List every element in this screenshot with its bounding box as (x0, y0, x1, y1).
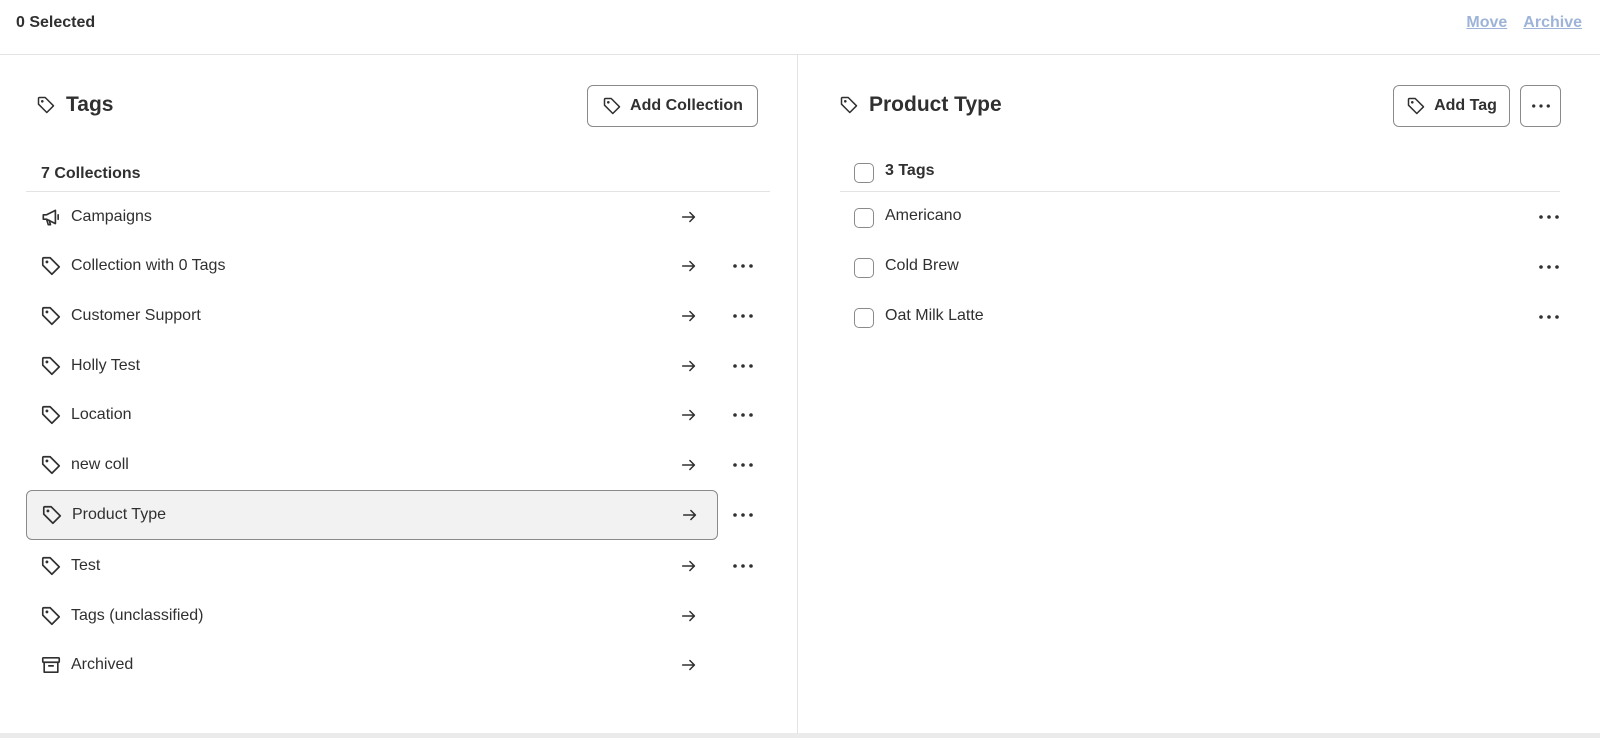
selected-count: 0 Selected (16, 14, 96, 31)
archive-link[interactable]: Archive (1523, 14, 1582, 32)
collection-label: Location (71, 406, 132, 423)
collection-label: Holly Test (71, 357, 141, 374)
tag-checkbox[interactable] (854, 208, 874, 228)
panel-title-text: Product Type (869, 93, 1002, 116)
collection-label: new coll (71, 456, 129, 473)
tag-label[interactable]: Oat Milk Latte (885, 307, 984, 325)
tag-checkbox[interactable] (854, 308, 874, 328)
arrow-right-icon (680, 656, 698, 674)
collection-row[interactable]: Collection with 0 Tags (26, 241, 718, 291)
tag-icon (602, 96, 622, 116)
arrow-right-icon (680, 257, 698, 275)
tag-more-button[interactable] (1537, 205, 1561, 229)
arrow-right-icon (680, 456, 698, 474)
collection-label: Product Type (72, 506, 166, 523)
arrow-right-icon (680, 357, 698, 375)
collection-more-button[interactable] (731, 304, 755, 328)
tag-checkbox[interactable] (854, 258, 874, 278)
collection-more-button[interactable] (731, 503, 755, 527)
more-icon (732, 363, 754, 369)
tag-icon (41, 504, 63, 526)
collection-label: Campaigns (71, 208, 152, 225)
collection-row[interactable]: Product Type (26, 490, 718, 540)
collection-more-button[interactable] (731, 254, 755, 278)
archive-icon (40, 654, 62, 676)
tags-panel: Product Type Add Tag 3 Tags Americano Col… (799, 55, 1600, 733)
tags-count: 3 Tags (885, 162, 935, 179)
more-icon (1538, 314, 1560, 320)
collection-more-button[interactable] (731, 554, 755, 578)
add-collection-label: Add Collection (630, 97, 743, 114)
collection-row[interactable]: Archived (26, 640, 718, 690)
add-tag-button[interactable]: Add Tag (1393, 85, 1510, 127)
collection-row[interactable]: Holly Test (26, 341, 718, 391)
tag-icon (40, 355, 62, 377)
collection-more-button[interactable] (731, 403, 755, 427)
more-icon (732, 563, 754, 569)
tag-icon (839, 95, 859, 115)
collections-panel-title: Tags (36, 93, 113, 117)
arrow-right-icon (680, 607, 698, 625)
collection-row[interactable]: Test (26, 541, 718, 591)
arrow-right-icon (680, 406, 698, 424)
arrow-right-icon (681, 506, 699, 524)
tag-more-button[interactable] (1537, 255, 1561, 279)
tag-label[interactable]: Americano (885, 207, 961, 225)
collection-more-button[interactable] (731, 354, 755, 378)
collection-row[interactable]: Location (26, 390, 718, 440)
more-icon (732, 412, 754, 418)
megaphone-icon (40, 206, 62, 228)
tag-icon (36, 95, 56, 115)
select-all-checkbox[interactable] (854, 163, 874, 183)
more-icon (732, 263, 754, 269)
more-icon (732, 512, 754, 518)
tag-icon (40, 255, 62, 277)
arrow-right-icon (680, 208, 698, 226)
tag-icon (40, 305, 62, 327)
collection-label: Tags (unclassified) (71, 607, 204, 624)
collection-label: Test (71, 557, 101, 574)
collection-label: Collection with 0 Tags (71, 257, 226, 274)
tag-icon (40, 605, 62, 627)
more-icon (1538, 264, 1560, 270)
tag-more-button[interactable] (1537, 305, 1561, 329)
arrow-right-icon (680, 307, 698, 325)
collection-row[interactable]: Customer Support (26, 291, 718, 341)
tag-icon (40, 404, 62, 426)
tag-icon (40, 454, 62, 476)
move-link[interactable]: Move (1466, 14, 1507, 32)
collection-label: Archived (71, 656, 134, 673)
tag-label[interactable]: Cold Brew (885, 257, 959, 275)
more-icon (732, 313, 754, 319)
arrow-right-icon (680, 557, 698, 575)
tag-icon (1406, 96, 1426, 116)
more-icon (1531, 103, 1551, 109)
bottom-edge (0, 733, 1600, 738)
more-actions-button[interactable] (1520, 85, 1561, 127)
collection-label: Customer Support (71, 307, 201, 324)
collections-panel: Tags Add Collection 7 Collections Campai… (0, 55, 798, 733)
collection-row[interactable]: new coll (26, 440, 718, 490)
collection-more-button[interactable] (731, 453, 755, 477)
tags-divider (840, 191, 1560, 192)
bulk-actions: Move Archive (1466, 14, 1582, 32)
collections-count: 7 Collections (41, 165, 141, 182)
tag-icon (40, 555, 62, 577)
add-tag-label: Add Tag (1434, 97, 1497, 114)
collection-row[interactable]: Campaigns (26, 192, 718, 242)
panel-title-text: Tags (66, 93, 114, 116)
add-collection-button[interactable]: Add Collection (587, 85, 758, 127)
more-icon (1538, 214, 1560, 220)
tags-panel-title: Product Type (839, 93, 1002, 117)
selection-bar: 0 Selected Move Archive (0, 0, 1600, 55)
more-icon (732, 462, 754, 468)
collection-row[interactable]: Tags (unclassified) (26, 591, 718, 641)
